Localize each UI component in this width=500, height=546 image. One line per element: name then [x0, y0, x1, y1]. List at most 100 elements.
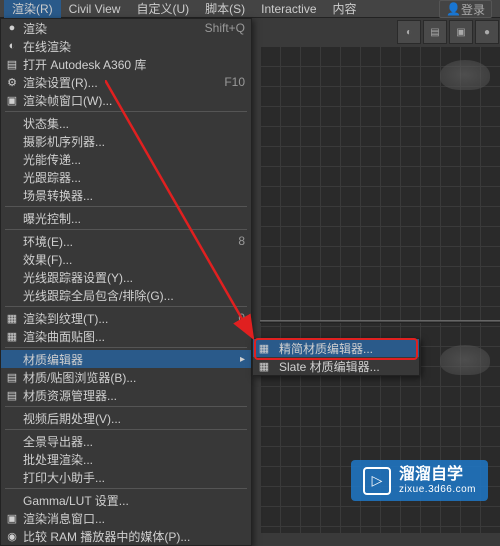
menu-item-34[interactable]: ◉比较 RAM 播放器中的媒体(P)...: [1, 527, 251, 545]
watermark-title: 溜溜自学: [399, 466, 476, 484]
menu-item-7[interactable]: 摄影机序列器...: [1, 132, 251, 150]
submenu-item-label: Slate 材质编辑器...: [279, 358, 413, 375]
menu-item-icon: ◉: [4, 528, 20, 544]
menu-item-9[interactable]: 光跟踪器...: [1, 168, 251, 186]
menu-item-23[interactable]: ▤材质/贴图浏览器(B)...: [1, 368, 251, 386]
tool-render-setup-icon[interactable]: ▤: [423, 20, 447, 44]
menu-item-1[interactable]: ◐在线渲染: [1, 37, 251, 55]
watermark-logo-icon: ▷: [363, 467, 391, 495]
menu-item-label: 效果(F)...: [23, 251, 245, 268]
teapot-object-top: [440, 60, 490, 90]
menu-item-24[interactable]: ▤材质资源管理器...: [1, 386, 251, 404]
menu-item-0[interactable]: ●渲染Shift+Q: [1, 19, 251, 37]
menu-item-14[interactable]: 环境(E)...8: [1, 232, 251, 250]
teapot-object-bottom: [440, 345, 490, 375]
menu-item-label: 渲染消息窗口...: [23, 510, 245, 527]
menu-item-29[interactable]: 批处理渲染...: [1, 450, 251, 468]
menu-item-30[interactable]: 打印大小助手...: [1, 468, 251, 486]
menu-item-label: 曝光控制...: [23, 210, 245, 227]
submenu-item-icon: ▦: [256, 340, 272, 356]
menu-item-label: 打印大小助手...: [23, 469, 245, 486]
menu-item-label: 材质编辑器: [23, 351, 245, 368]
toolbar: ◐ ▤ ▣ ●: [396, 19, 500, 45]
menu-item-4[interactable]: ▣渲染帧窗口(W)...: [1, 91, 251, 109]
tool-frame-icon[interactable]: ▣: [449, 20, 473, 44]
menu-item-label: Gamma/LUT 设置...: [23, 492, 245, 509]
menu-item-label: 在线渲染: [23, 38, 245, 55]
watermark-url: zixue.3d66.com: [399, 484, 476, 495]
tool-quick-render-icon[interactable]: ●: [475, 20, 499, 44]
menu-item-label: 渲染帧窗口(W)...: [23, 92, 245, 109]
menu-separator: [5, 111, 247, 112]
menu-item-2[interactable]: ▤打开 Autodesk A360 库: [1, 55, 251, 73]
menu-separator: [5, 206, 247, 207]
submenu-item-1[interactable]: ▦ Slate 材质编辑器...: [253, 357, 419, 375]
menu-item-6[interactable]: 状态集...: [1, 114, 251, 132]
menu-item-icon: ▤: [4, 369, 20, 385]
menu-separator: [5, 488, 247, 489]
menu-separator: [5, 306, 247, 307]
menu-item-label: 光能传递...: [23, 151, 245, 168]
render-menu-dropdown: ●渲染Shift+Q◐在线渲染▤打开 Autodesk A360 库⚙渲染设置(…: [0, 18, 252, 546]
tool-render-icon[interactable]: ◐: [397, 20, 421, 44]
menu-item-label: 光线跟踪全局包含/排除(G)...: [23, 287, 245, 304]
login-label: 登录: [461, 1, 485, 18]
menu-item-22[interactable]: 材质编辑器: [1, 350, 251, 368]
menu-item-shortcut: Shift+Q: [205, 21, 245, 35]
menu-civil-view[interactable]: Civil View: [61, 0, 129, 18]
menu-item-3[interactable]: ⚙渲染设置(R)...F10: [1, 73, 251, 91]
menu-item-20[interactable]: ▦渲染曲面贴图...: [1, 327, 251, 345]
login-button[interactable]: 👤 登录: [439, 0, 492, 18]
menu-item-label: 状态集...: [23, 115, 245, 132]
submenu-item-0[interactable]: ▦ 精简材质编辑器...: [253, 339, 419, 357]
submenu-item-label: 精简材质编辑器...: [279, 340, 413, 357]
menu-item-label: 光跟踪器...: [23, 169, 245, 186]
menu-item-label: 批处理渲染...: [23, 451, 245, 468]
menu-render[interactable]: 渲染(R): [4, 0, 61, 19]
material-editor-submenu: ▦ 精简材质编辑器... ▦ Slate 材质编辑器...: [252, 338, 420, 376]
menu-item-label: 视频后期处理(V)...: [23, 410, 245, 427]
menu-customize[interactable]: 自定义(U): [128, 0, 197, 19]
menu-item-12[interactable]: 曝光控制...: [1, 209, 251, 227]
menu-item-label: 渲染曲面贴图...: [23, 328, 245, 345]
menu-item-icon: ▣: [4, 510, 20, 526]
menu-item-shortcut: 0: [238, 311, 245, 325]
menu-item-15[interactable]: 效果(F)...: [1, 250, 251, 268]
menu-item-shortcut: 8: [238, 234, 245, 248]
menu-separator: [5, 429, 247, 430]
menu-item-icon: ▦: [4, 310, 20, 326]
menu-item-label: 摄影机序列器...: [23, 133, 245, 150]
menu-item-icon: ⚙: [4, 74, 20, 90]
menu-item-label: 比较 RAM 播放器中的媒体(P)...: [23, 528, 245, 545]
menu-item-33[interactable]: ▣渲染消息窗口...: [1, 509, 251, 527]
menu-content[interactable]: 内容: [325, 0, 365, 19]
menu-item-icon: ▦: [4, 328, 20, 344]
menu-item-16[interactable]: 光线跟踪器设置(Y)...: [1, 268, 251, 286]
menu-item-32[interactable]: Gamma/LUT 设置...: [1, 491, 251, 509]
menu-item-10[interactable]: 场景转换器...: [1, 186, 251, 204]
menu-item-label: 渲染设置(R)...: [23, 74, 224, 91]
menu-item-shortcut: F10: [224, 75, 245, 89]
viewport-divider[interactable]: [260, 320, 500, 323]
menu-item-label: 渲染到纹理(T)...: [23, 310, 238, 327]
menu-item-label: 环境(E)...: [23, 233, 238, 250]
menu-separator: [5, 406, 247, 407]
menu-item-19[interactable]: ▦渲染到纹理(T)...0: [1, 309, 251, 327]
menu-item-label: 材质/贴图浏览器(B)...: [23, 369, 245, 386]
menu-separator: [5, 347, 247, 348]
menu-item-label: 渲染: [23, 20, 205, 37]
submenu-item-icon: ▦: [256, 358, 272, 374]
user-icon: 👤: [446, 2, 461, 16]
menu-item-icon: ◐: [4, 38, 20, 54]
menu-item-icon: ▤: [4, 56, 20, 72]
menu-item-17[interactable]: 光线跟踪全局包含/排除(G)...: [1, 286, 251, 304]
menu-item-label: 打开 Autodesk A360 库: [23, 56, 245, 73]
menu-item-icon: ●: [4, 20, 20, 36]
menu-item-28[interactable]: 全景导出器...: [1, 432, 251, 450]
menu-item-icon: ▣: [4, 92, 20, 108]
menu-item-26[interactable]: 视频后期处理(V)...: [1, 409, 251, 427]
menu-item-8[interactable]: 光能传递...: [1, 150, 251, 168]
menu-interactive[interactable]: Interactive: [253, 0, 324, 18]
menu-script[interactable]: 脚本(S): [197, 0, 253, 19]
menu-bar: 渲染(R) Civil View 自定义(U) 脚本(S) Interactiv…: [0, 0, 500, 18]
